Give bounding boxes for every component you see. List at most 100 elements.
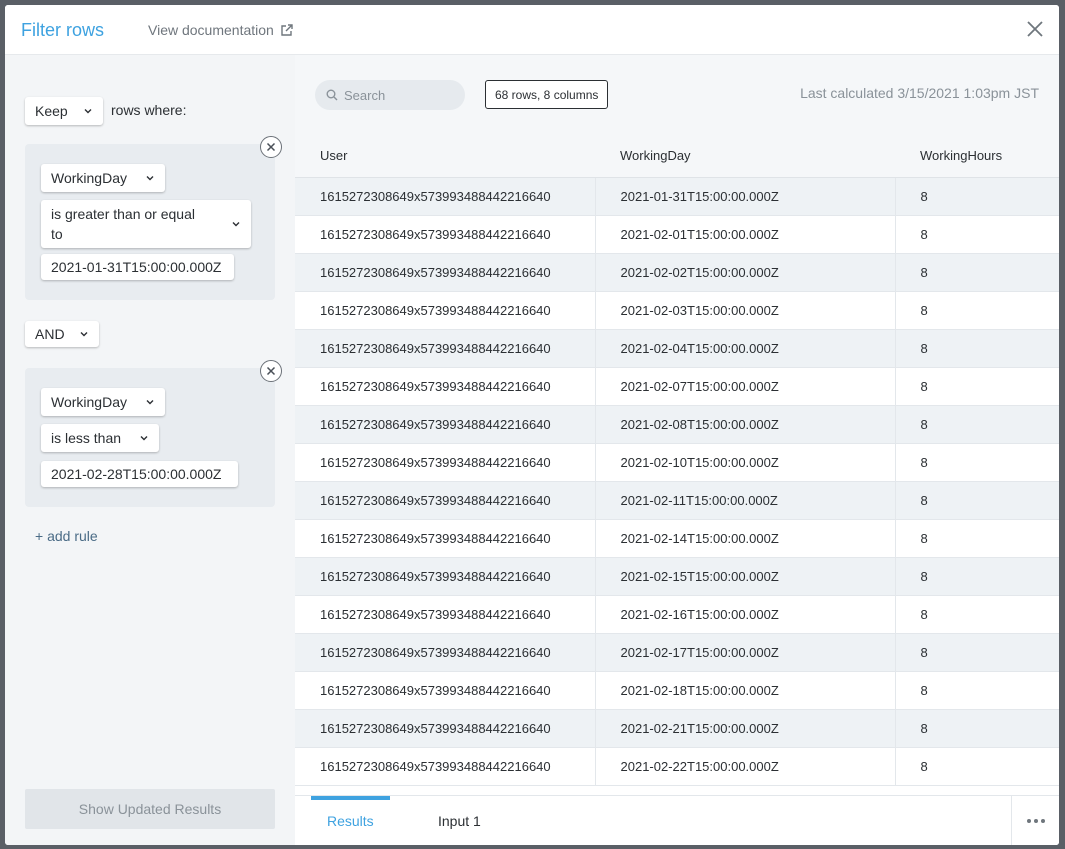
cell-workingday: 2021-02-21T15:00:00.000Z: [594, 709, 895, 748]
ellipsis-icon: [1026, 819, 1045, 823]
cell-workinghours: 8: [894, 367, 1059, 406]
last-calculated-text: Last calculated 3/15/2021 1:03pm JST: [800, 85, 1039, 101]
rule-operator-value: is greater than or equal to: [51, 204, 195, 244]
cell-user: 1615272308649x573993488442216640: [295, 747, 595, 786]
rule-card: WorkingDay is greater than or equal to 2…: [25, 144, 275, 300]
cell-workingday: 2021-02-07T15:00:00.000Z: [594, 367, 895, 406]
cell-workingday: 2021-01-31T15:00:00.000Z: [594, 177, 895, 216]
rule-operator-select[interactable]: is greater than or equal to: [41, 200, 251, 248]
table-row: 1615272308649x573993488442216640 2021-02-…: [295, 405, 1059, 444]
rule-operator-select[interactable]: is less than: [41, 424, 159, 452]
column-header-workingday[interactable]: WorkingDay: [595, 135, 895, 178]
cell-user: 1615272308649x573993488442216640: [295, 253, 595, 292]
show-updated-results-button[interactable]: Show Updated Results: [25, 789, 275, 829]
rule-column-value: WorkingDay: [51, 170, 127, 186]
cell-workingday: 2021-02-11T15:00:00.000Z: [594, 481, 895, 520]
cell-user: 1615272308649x573993488442216640: [295, 329, 595, 368]
cell-workinghours: 8: [894, 671, 1059, 710]
rule-column-select[interactable]: WorkingDay: [41, 164, 165, 192]
results-panel: 68 rows, 8 columns Last calculated 3/15/…: [295, 55, 1059, 845]
cell-user: 1615272308649x573993488442216640: [295, 291, 595, 330]
cell-user: 1615272308649x573993488442216640: [295, 177, 595, 216]
cell-user: 1615272308649x573993488442216640: [295, 709, 595, 748]
table-row: 1615272308649x573993488442216640 2021-02-…: [295, 291, 1059, 330]
search-box[interactable]: [315, 80, 465, 110]
rule-value-input[interactable]: 2021-02-28T15:00:00.000Z: [41, 461, 238, 487]
close-icon: [266, 142, 276, 152]
filter-panel: Keep rows where: WorkingDay is greater t…: [5, 55, 295, 845]
table-row: 1615272308649x573993488442216640 2021-02-…: [295, 519, 1059, 558]
column-header-workinghours[interactable]: WorkingHours: [895, 135, 1059, 178]
close-icon[interactable]: [1025, 19, 1045, 39]
close-icon: [266, 366, 276, 376]
more-options-button[interactable]: [1011, 796, 1059, 845]
chevron-down-icon: [84, 109, 92, 114]
chevron-down-icon: [146, 176, 154, 181]
cell-workinghours: 8: [894, 747, 1059, 786]
view-documentation-label: View documentation: [148, 22, 274, 38]
view-documentation-link[interactable]: View documentation: [148, 22, 294, 38]
rule-card: WorkingDay is less than 2021-02-28T15:00…: [25, 368, 275, 507]
cell-workinghours: 8: [894, 329, 1059, 368]
table-row: 1615272308649x573993488442216640 2021-02-…: [295, 747, 1059, 786]
table-row: 1615272308649x573993488442216640 2021-01-…: [295, 177, 1059, 216]
remove-rule-button[interactable]: [260, 136, 282, 158]
cell-user: 1615272308649x573993488442216640: [295, 215, 595, 254]
external-link-icon: [280, 23, 294, 37]
cell-workingday: 2021-02-18T15:00:00.000Z: [594, 671, 895, 710]
keep-select[interactable]: Keep: [25, 97, 103, 125]
rows-where-label: rows where:: [111, 102, 187, 118]
cell-workinghours: 8: [894, 291, 1059, 330]
keep-select-value: Keep: [35, 103, 68, 119]
conjunction-value: AND: [35, 326, 65, 342]
table-row: 1615272308649x573993488442216640 2021-02-…: [295, 367, 1059, 406]
cell-workinghours: 8: [894, 519, 1059, 558]
table-row: 1615272308649x573993488442216640 2021-02-…: [295, 329, 1059, 368]
filter-rows-modal: Filter rows View documentation Keep rows…: [5, 5, 1059, 845]
cell-workingday: 2021-02-03T15:00:00.000Z: [594, 291, 895, 330]
chevron-down-icon: [140, 436, 148, 441]
cell-user: 1615272308649x573993488442216640: [295, 671, 595, 710]
cell-user: 1615272308649x573993488442216640: [295, 633, 595, 672]
rows-columns-badge: 68 rows, 8 columns: [485, 80, 609, 109]
table-row: 1615272308649x573993488442216640 2021-02-…: [295, 215, 1059, 254]
rule-operator-line2: to: [51, 226, 63, 242]
cell-workingday: 2021-02-10T15:00:00.000Z: [594, 443, 895, 482]
table-row: 1615272308649x573993488442216640 2021-02-…: [295, 253, 1059, 292]
cell-workingday: 2021-02-01T15:00:00.000Z: [594, 215, 895, 254]
rule-column-value: WorkingDay: [51, 394, 127, 410]
cell-workinghours: 8: [894, 405, 1059, 444]
rule-column-select[interactable]: WorkingDay: [41, 388, 165, 416]
results-toolbar: 68 rows, 8 columns Last calculated 3/15/…: [295, 55, 1059, 135]
search-input[interactable]: [344, 87, 454, 103]
cell-workinghours: 8: [894, 443, 1059, 482]
cell-user: 1615272308649x573993488442216640: [295, 443, 595, 482]
cell-workinghours: 8: [894, 177, 1059, 216]
cell-workinghours: 8: [894, 709, 1059, 748]
results-table-container[interactable]: User WorkingDay WorkingHours 16152723086…: [295, 135, 1059, 795]
cell-workingday: 2021-02-15T15:00:00.000Z: [594, 557, 895, 596]
cell-workingday: 2021-02-02T15:00:00.000Z: [594, 253, 895, 292]
cell-user: 1615272308649x573993488442216640: [295, 557, 595, 596]
rule-value-input[interactable]: 2021-01-31T15:00:00.000Z: [41, 254, 234, 280]
cell-workinghours: 8: [894, 481, 1059, 520]
cell-user: 1615272308649x573993488442216640: [295, 367, 595, 406]
cell-workingday: 2021-02-04T15:00:00.000Z: [594, 329, 895, 368]
tab-input-1[interactable]: Input 1: [438, 796, 481, 845]
cell-workinghours: 8: [894, 595, 1059, 634]
remove-rule-button[interactable]: [260, 360, 282, 382]
tab-results[interactable]: Results: [327, 796, 374, 845]
cell-user: 1615272308649x573993488442216640: [295, 519, 595, 558]
cell-user: 1615272308649x573993488442216640: [295, 481, 595, 520]
cell-user: 1615272308649x573993488442216640: [295, 595, 595, 634]
rule-operator-line1: is greater than or equal: [51, 206, 195, 222]
rule-operator-value: is less than: [51, 430, 122, 446]
conjunction-select[interactable]: AND: [25, 321, 99, 347]
cell-workinghours: 8: [894, 215, 1059, 254]
column-header-user[interactable]: User: [295, 135, 595, 178]
cell-workingday: 2021-02-16T15:00:00.000Z: [594, 595, 895, 634]
table-row: 1615272308649x573993488442216640 2021-02-…: [295, 595, 1059, 634]
cell-workingday: 2021-02-14T15:00:00.000Z: [594, 519, 895, 558]
add-rule-link[interactable]: + add rule: [35, 528, 98, 544]
table-row: 1615272308649x573993488442216640 2021-02-…: [295, 671, 1059, 710]
